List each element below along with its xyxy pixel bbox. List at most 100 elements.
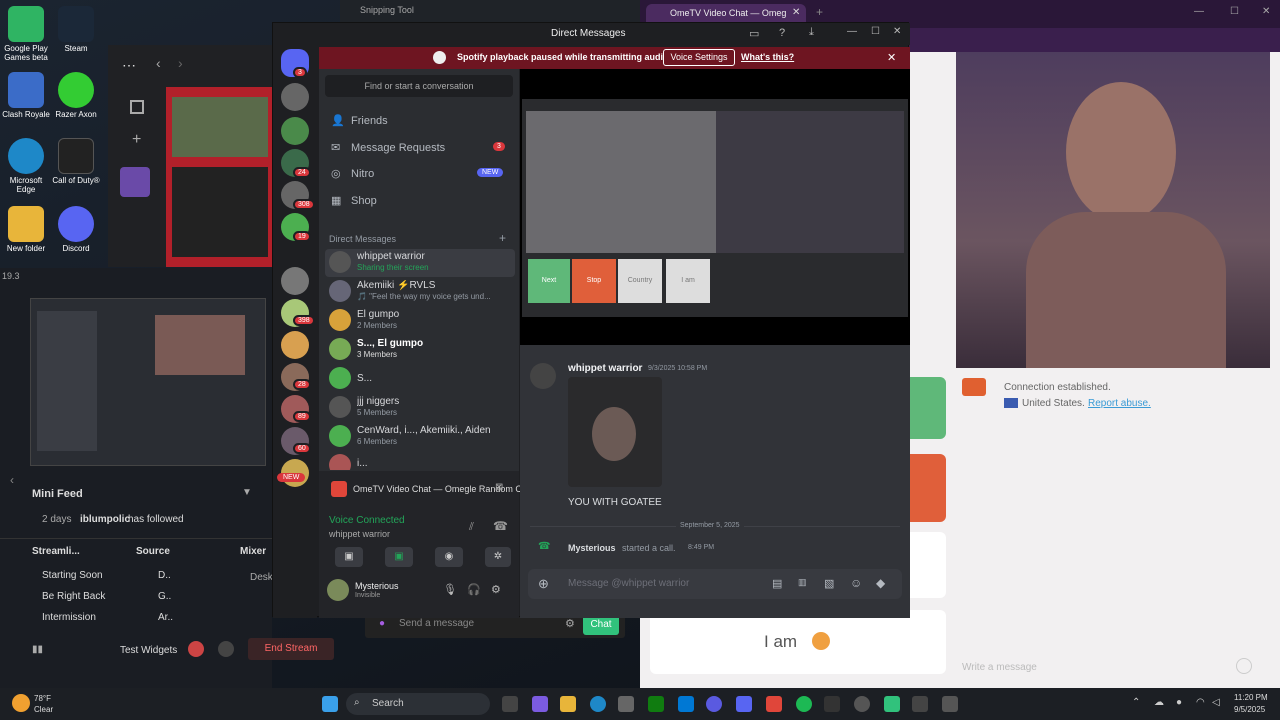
collapse-left-icon[interactable]: ‹: [10, 473, 14, 487]
discord-taskbar-icon[interactable]: [736, 696, 752, 712]
chat-button[interactable]: Chat: [583, 615, 619, 635]
minimize-icon[interactable]: —: [1194, 6, 1204, 17]
disconnect-icon[interactable]: ☎: [493, 519, 508, 533]
voice-settings-button[interactable]: Voice Settings: [663, 49, 735, 66]
volume-icon[interactable]: ◁: [1212, 697, 1220, 708]
send-message-input[interactable]: Send a message: [399, 618, 474, 629]
clock-date[interactable]: 9/5/2025: [1234, 705, 1265, 714]
brave-taskbar-icon[interactable]: [766, 696, 782, 712]
sticker-icon[interactable]: ▧: [824, 577, 834, 590]
server-icon[interactable]: [281, 83, 309, 111]
tab-ometv[interactable]: OmeTV Video Chat — Omeg ✕: [646, 4, 806, 24]
server-icon[interactable]: [281, 331, 309, 359]
outlook-icon[interactable]: [678, 696, 694, 712]
scene-item[interactable]: Starting Soon: [42, 570, 103, 581]
app-icon[interactable]: [706, 696, 722, 712]
add-dm-icon[interactable]: +: [499, 231, 506, 245]
message-input[interactable]: Message @whippet warrior: [568, 578, 689, 589]
search-box[interactable]: ⌕ Search: [346, 693, 490, 715]
gif-icon[interactable]: ▥: [798, 577, 807, 588]
i-am-button[interactable]: I am: [650, 610, 946, 674]
video-thumbnail[interactable]: [166, 87, 276, 267]
find-conversation-input[interactable]: Find or start a conversation: [325, 75, 513, 97]
source-item[interactable]: Ar..: [158, 612, 173, 623]
activity-button[interactable]: ◉: [435, 547, 463, 567]
close-activity-icon[interactable]: ⊠: [495, 482, 503, 493]
record-icon[interactable]: [188, 641, 204, 657]
nav-shop[interactable]: ▦ Shop: [327, 191, 511, 211]
desktop-icon-discord[interactable]: Discord: [50, 206, 102, 253]
server-icon[interactable]: [281, 267, 309, 295]
nav-nitro[interactable]: ◎ Nitro NEW: [327, 164, 511, 184]
author-avatar[interactable]: [530, 363, 556, 389]
user-avatar[interactable]: [327, 579, 349, 601]
nav-friends[interactable]: 👤 Friends: [327, 111, 511, 131]
xbox-icon[interactable]: [648, 696, 664, 712]
cloud-icon[interactable]: ☁: [1154, 697, 1164, 708]
source-item[interactable]: D..: [158, 570, 171, 581]
dm-item[interactable]: Akemiiki ⚡RVLS 🎵 "Feel the way my voice …: [325, 278, 515, 306]
help-icon[interactable]: ?: [779, 27, 785, 39]
message-author[interactable]: whippet warrior: [568, 363, 642, 374]
maximize-icon[interactable]: ☐: [1230, 6, 1239, 17]
scene-item[interactable]: Be Right Back: [42, 591, 105, 602]
snipping-taskbar-icon[interactable]: [942, 696, 958, 712]
noise-suppression-icon[interactable]: ⫽: [469, 521, 474, 534]
desktop-icon-clash-royale[interactable]: Clash Royale: [0, 72, 52, 119]
minimize-icon[interactable]: —: [847, 26, 857, 37]
camera-off-button[interactable]: ▣: [335, 547, 363, 567]
mic-tray-icon[interactable]: ●: [1176, 697, 1182, 708]
close-tab-icon[interactable]: ✕: [792, 7, 800, 18]
emoji-icon[interactable]: [1236, 658, 1252, 674]
new-tab-icon[interactable]: +: [816, 5, 823, 19]
desktop-icon-edge[interactable]: Microsoft Edge: [0, 138, 52, 194]
settings-icon[interactable]: ⚙: [565, 617, 575, 630]
heart-icon[interactable]: [120, 167, 150, 197]
server-icon[interactable]: [281, 117, 309, 145]
apps-icon[interactable]: ◆: [876, 576, 885, 590]
app-icon[interactable]: [824, 696, 840, 712]
back-icon[interactable]: ‹: [156, 55, 161, 71]
end-stream-button[interactable]: End Stream: [248, 638, 334, 660]
app-icon[interactable]: [912, 696, 928, 712]
copilot-icon[interactable]: [532, 696, 548, 712]
app-icon[interactable]: [618, 696, 634, 712]
emoji-icon[interactable]: ☺: [850, 576, 862, 590]
voice-channel[interactable]: whippet warrior: [329, 529, 390, 539]
screen-share-stream[interactable]: Next Stop Country I am: [520, 69, 910, 345]
microphone-icon[interactable]: 🎙: [443, 583, 457, 596]
download-icon[interactable]: ⤓: [809, 26, 814, 39]
desktop-icon-call-of-duty[interactable]: Call of Duty®: [50, 138, 102, 185]
ometv-message-input[interactable]: Write a message: [962, 662, 1037, 673]
close-icon[interactable]: ✕: [1262, 6, 1270, 17]
forward-icon[interactable]: ›: [178, 55, 183, 71]
replay-icon[interactable]: [218, 641, 234, 657]
maximize-icon[interactable]: ☐: [871, 26, 880, 37]
dm-item[interactable]: S..., El gumpo 3 Members: [325, 336, 515, 364]
dm-item[interactable]: CenWard, i..., Akemiiki., Aiden 6 Member…: [325, 423, 515, 451]
user-settings-icon[interactable]: ⚙: [491, 583, 501, 596]
attach-icon[interactable]: ⊕: [538, 576, 549, 592]
desktop-icon-new-folder[interactable]: New folder: [0, 206, 52, 253]
inbox-icon[interactable]: ▭: [749, 27, 759, 40]
close-icon[interactable]: ✕: [893, 26, 901, 37]
more-icon[interactable]: ⋯: [122, 57, 136, 74]
sidebar-icon[interactable]: [130, 100, 144, 114]
filter-icon[interactable]: ▼: [242, 487, 252, 498]
headphones-icon[interactable]: 🎧: [467, 583, 481, 596]
scene-item[interactable]: Intermission: [42, 612, 96, 623]
start-icon[interactable]: [322, 696, 338, 712]
stats-icon[interactable]: ▮▮: [32, 644, 43, 655]
soundboard-button[interactable]: ✲: [485, 547, 511, 567]
call-user[interactable]: Mysterious: [568, 543, 616, 553]
task-view-icon[interactable]: [502, 696, 518, 712]
dm-item[interactable]: S...: [325, 365, 515, 393]
dm-item[interactable]: El gumpo 2 Members: [325, 307, 515, 335]
source-item[interactable]: G..: [158, 591, 171, 602]
file-explorer-icon[interactable]: [560, 696, 576, 712]
desktop-icon-steam[interactable]: Steam: [50, 6, 102, 53]
spotify-taskbar-icon[interactable]: [796, 696, 812, 712]
close-banner-icon[interactable]: ✕: [887, 51, 896, 64]
dm-item[interactable]: jjj niggers 5 Members: [325, 394, 515, 422]
weather-icon[interactable]: [12, 694, 30, 712]
